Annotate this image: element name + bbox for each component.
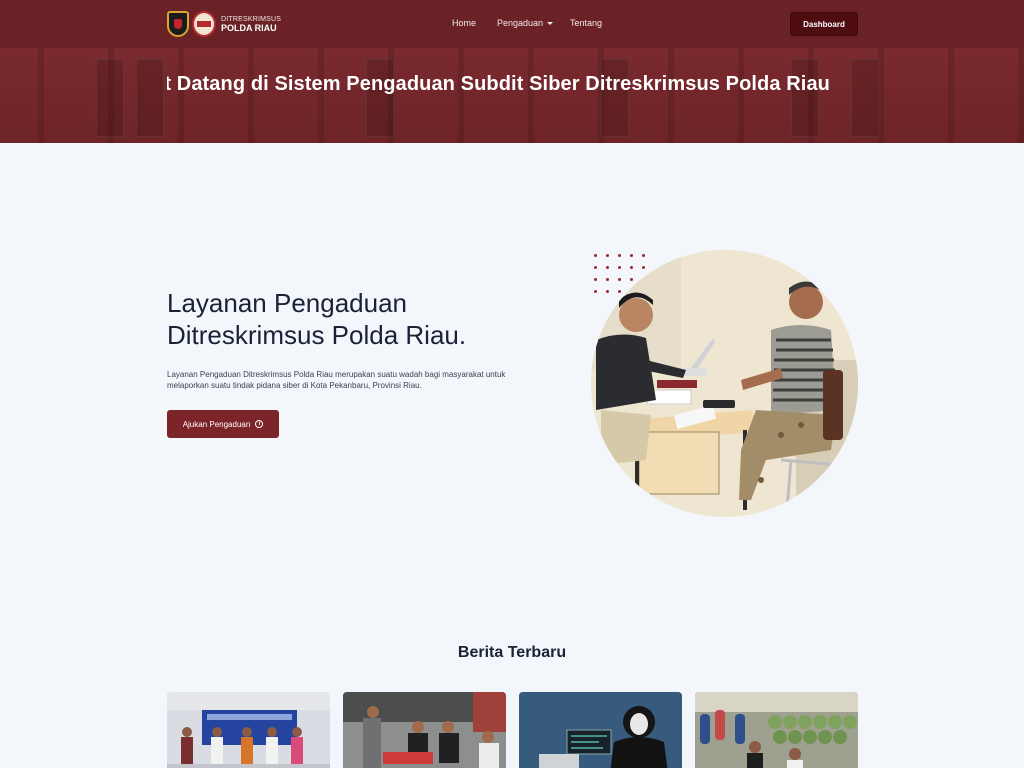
navbar: DITRESKRIMSUS POLDA RIAU Home Pengaduan … — [0, 0, 1024, 48]
nav-pengaduan-dropdown[interactable]: Pengaduan — [497, 18, 554, 28]
police-shield-icon — [167, 11, 189, 37]
logo-line2: POLDA RIAU — [221, 22, 277, 33]
chevron-down-icon — [547, 22, 554, 26]
news-card[interactable] — [519, 692, 682, 768]
hero-title-line2: Ditreskrimsus Polda Riau. — [167, 320, 467, 350]
building-window — [135, 58, 165, 138]
news-card[interactable] — [167, 692, 330, 768]
cta-label: Ajukan Pengaduan — [182, 419, 251, 429]
logo-line1: DITRESKRIMSUS — [221, 15, 282, 23]
ajukan-pengaduan-button[interactable]: Ajukan Pengaduan i — [167, 410, 279, 438]
nav-home-link[interactable]: Home — [452, 18, 476, 28]
news-thumbnail-4 — [695, 692, 858, 768]
news-thumbnail-2 — [343, 692, 506, 768]
news-section-title: Berita Terbaru — [457, 644, 567, 661]
welcome-marquee: Selamat Datang di Sistem Pengaduan Subdi… — [167, 73, 830, 101]
news-thumbnail-3 — [519, 692, 682, 768]
hero-description: Layanan Pengaduan Ditreskrimsus Polda Ri… — [167, 370, 506, 390]
site-logo[interactable]: DITRESKRIMSUS POLDA RIAU — [167, 10, 281, 38]
marquee-text: Selamat Datang di Sistem Pengaduan Subdi… — [167, 73, 830, 95]
hero-title: Layanan Pengaduan Ditreskrimsus Polda Ri… — [167, 287, 547, 351]
nav-tentang-link[interactable]: Tentang — [570, 18, 602, 28]
office-scene-illustration — [591, 250, 858, 517]
hero-title-line1: Layanan Pengaduan — [167, 288, 408, 318]
news-thumbnail-1 — [167, 692, 330, 768]
nav-pengaduan-label: Pengaduan — [497, 18, 544, 28]
hero-photo — [591, 250, 858, 517]
ditreskrimsus-emblem-icon — [192, 11, 216, 37]
building-window — [95, 58, 125, 138]
info-icon: i — [255, 420, 264, 428]
news-card[interactable] — [695, 692, 858, 768]
dashboard-button[interactable]: Dashboard — [790, 12, 858, 36]
news-card[interactable] — [343, 692, 506, 768]
header-banner: DITRESKRIMSUS POLDA RIAU Home Pengaduan … — [0, 0, 1024, 143]
building-window — [850, 58, 880, 138]
